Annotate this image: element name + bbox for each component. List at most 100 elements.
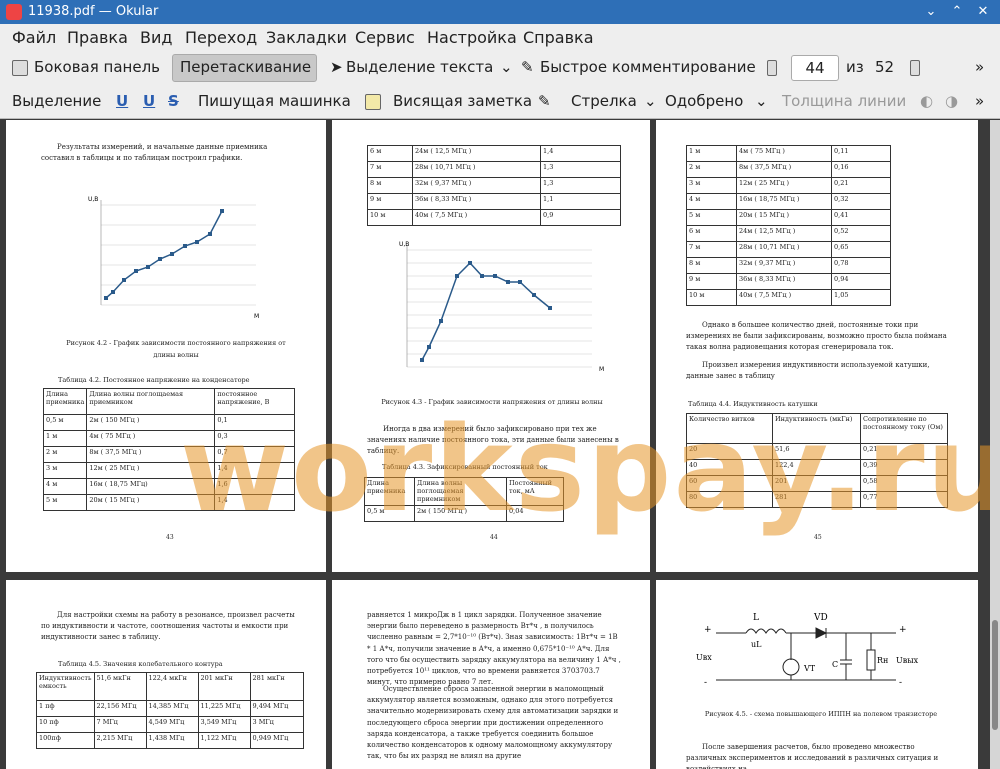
- next-page-icon[interactable]: [910, 60, 920, 76]
- overflow-menu-icon[interactable]: »: [975, 58, 984, 76]
- table-cell: 0,9: [540, 209, 621, 226]
- color-icon[interactable]: ◐: [920, 92, 933, 110]
- table-row: 1 м 4м ( 75 МГц ) 0,11: [686, 145, 891, 162]
- table-cell: 0,58: [860, 475, 948, 492]
- table-cell: 2 м: [42, 446, 88, 463]
- page-of-label: из: [846, 58, 864, 76]
- page-text: После завершения расчетов, было проведен…: [686, 743, 939, 769]
- strikeout-icon[interactable]: S: [168, 92, 179, 110]
- table-header-row: Длина приемника Длина волны поглощаемая …: [364, 477, 564, 506]
- arrow-tool[interactable]: Стрелка: [571, 92, 637, 110]
- table-cell: 1 м: [686, 145, 737, 162]
- table-cell: 0,94: [831, 273, 891, 290]
- page-number-input[interactable]: 44: [791, 55, 839, 81]
- table-cell: 8м ( 37,5 МГц ): [736, 161, 832, 178]
- typewriter-tool[interactable]: Пишущая машинка: [198, 92, 351, 110]
- chevron-down-icon[interactable]: ⌄: [500, 58, 513, 76]
- table-cell: постоянное напряжение, В: [214, 388, 295, 415]
- quick-comment-button[interactable]: Быстрое комментирование: [540, 58, 756, 76]
- minimize-icon[interactable]: ⌄: [922, 3, 940, 21]
- scrollbar-thumb[interactable]: [992, 620, 998, 730]
- table-cell: 8м ( 37,5 МГц ): [86, 446, 216, 463]
- menu-tools[interactable]: Сервис: [355, 28, 415, 47]
- table-cell: 0,65: [831, 241, 891, 258]
- page-text: Для настройки схемы на работу в резонанс…: [41, 611, 295, 642]
- table-cell: 0,7: [214, 446, 295, 463]
- table-cell: 51,6 мкГн: [93, 672, 147, 701]
- text-select-button[interactable]: Выделение текста: [346, 58, 493, 76]
- squiggle-icon[interactable]: U: [143, 92, 155, 110]
- document-viewport[interactable]: Результаты измерений, и начальные данные…: [0, 120, 990, 769]
- table-cell: 3 МГц: [249, 716, 304, 733]
- table-row: 7 м 28м ( 10,71 МГц ) 0,65: [686, 241, 891, 258]
- close-icon[interactable]: ✕: [974, 3, 992, 21]
- table-cell: 11,225 МГц: [197, 700, 251, 717]
- menu-go[interactable]: Переход: [185, 28, 257, 47]
- inductor-label: L: [753, 613, 759, 623]
- maximize-icon[interactable]: ⌃: [948, 3, 966, 21]
- table-cell: 5 м: [686, 209, 737, 226]
- pop-up-note-tool[interactable]: Висящая заметка: [393, 92, 532, 110]
- table-cell: 2м ( 150 МГц ): [414, 505, 507, 522]
- opacity-icon[interactable]: ◑: [945, 92, 958, 110]
- table-title: Таблица 4.3. Зафиксированный постоянный …: [382, 463, 548, 471]
- table-row: 9 м 36м ( 8,33 МГц ) 1,1: [367, 193, 621, 210]
- menu-help[interactable]: Справка: [523, 28, 594, 47]
- input-plus-label: +: [704, 625, 712, 635]
- sidebar-button[interactable]: Боковая панель: [34, 58, 160, 76]
- stamp-tool[interactable]: Одобрено: [665, 92, 743, 110]
- menu-bookmarks[interactable]: Закладки: [266, 28, 347, 47]
- page-text: Результаты измерений, и начальные данные…: [41, 143, 268, 163]
- vertical-scrollbar[interactable]: [990, 120, 1000, 769]
- table-cell: 1 пф: [36, 700, 95, 717]
- page-46: Для настройки схемы на работу в резонанс…: [6, 580, 326, 769]
- voltage-curve-chart: U,В М: [399, 241, 604, 373]
- table-row: 10 м 40м ( 7,5 МГц ) 0,9: [367, 209, 621, 226]
- menu-file[interactable]: Файл: [12, 28, 56, 47]
- table-cell: 20м ( 15 МГц ): [86, 494, 216, 511]
- table-cell: 1,4: [214, 462, 295, 479]
- table-cell: 0,5 м: [364, 505, 415, 522]
- table-cell: 1,4: [540, 145, 621, 162]
- inductor-voltage-label: uL: [751, 640, 762, 649]
- overflow-menu-icon[interactable]: »: [975, 92, 984, 110]
- table-cell: 0,78: [831, 257, 891, 274]
- table-header-row: Индуктивность емкость 51,6 мкГн 122,4 мк…: [36, 672, 304, 701]
- table-cell: 51,6: [772, 443, 861, 460]
- table-cell: 1,6: [214, 478, 295, 495]
- table-cell: 3,549 МГц: [197, 716, 251, 733]
- table-row: 7 м 28м ( 10,71 МГц ) 1,3: [367, 161, 621, 178]
- menu-edit[interactable]: Правка: [67, 28, 128, 47]
- table-row: 9 м 36м ( 8,33 МГц ) 0,94: [686, 273, 891, 290]
- chevron-down-icon[interactable]: ⌄: [755, 92, 768, 110]
- title-bar: 11938.pdf — Okular ⌄ ⌃ ✕: [0, 0, 1000, 24]
- input-minus-label: -: [704, 678, 707, 688]
- table-cell: 16м ( 18,75 МГц): [86, 478, 216, 495]
- underline-icon[interactable]: U: [116, 92, 128, 110]
- previous-page-icon[interactable]: [767, 60, 777, 76]
- table-cell: 4,549 МГц: [145, 716, 199, 733]
- chevron-down-icon[interactable]: ⌄: [644, 92, 657, 110]
- output-voltage-label: Uвых: [896, 656, 919, 665]
- arrow-tool-icon: ✎: [538, 92, 551, 110]
- table-cell: 201: [772, 475, 861, 492]
- page-45: 1 м 4м ( 75 МГц ) 0,11 2 м 8м ( 37,5 МГц ) 0…: [656, 120, 978, 572]
- table-cell: 20: [686, 443, 773, 460]
- selection-tool[interactable]: Выделение: [12, 92, 101, 110]
- menu-view[interactable]: Вид: [140, 28, 172, 47]
- table-cell: Индуктивность (мкГн): [772, 413, 861, 444]
- table-row: 60 201 0,58: [686, 475, 948, 492]
- table-cell: 2м ( 150 МГц ): [86, 414, 216, 431]
- table-cell: 1,3: [540, 177, 621, 194]
- table-cell: 12м ( 25 МГц ): [736, 177, 832, 194]
- table-row: 1 м 4м ( 75 МГц ) 0,3: [42, 430, 295, 447]
- table-cell: 6 м: [686, 225, 737, 242]
- menu-settings[interactable]: Настройка: [427, 28, 517, 47]
- table-cell: 36м ( 8,33 МГц ): [736, 273, 832, 290]
- table-row: 6 м 24м ( 12,5 МГц ) 0,52: [686, 225, 891, 242]
- line-width-control[interactable]: Толщина линии: [782, 92, 906, 110]
- table-cell: 24м ( 12,5 МГц ): [736, 225, 832, 242]
- load-resistor-label: Rн: [877, 656, 888, 665]
- table-cell: 281: [772, 491, 861, 508]
- page-text: Произвел измерения индуктивности использ…: [686, 361, 930, 381]
